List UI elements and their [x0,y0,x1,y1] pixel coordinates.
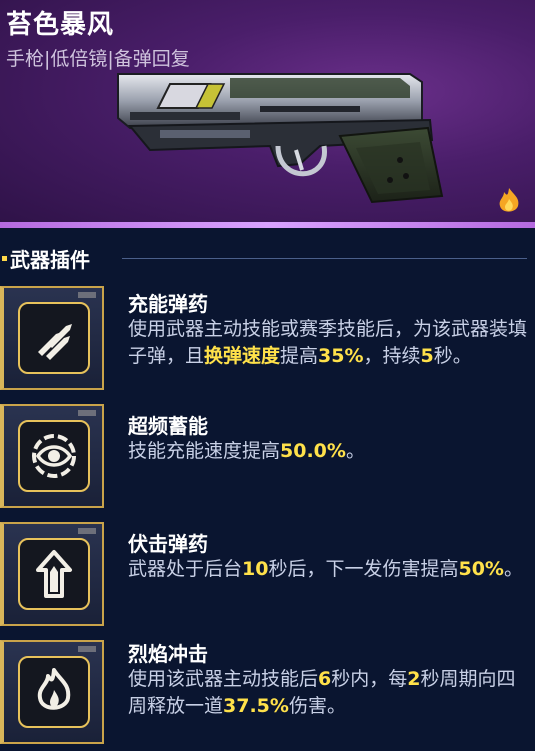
flame-icon [37,668,71,710]
plugin-description: 使用武器主动技能或赛季技能后，为该武器装填子弹，且换弹速度提高35%，持续5秒。 [128,316,528,370]
section-divider [122,258,527,259]
description-text: 使用该武器主动技能后 [128,668,319,690]
description-text: 秒。 [433,345,472,367]
description-text: 。 [503,558,523,580]
plugin-description: 武器处于后台10秒后，下一发伤害提高50%。 [128,556,528,583]
plugin-name: 烈焰冲击 [128,642,208,666]
highlight-value: 35% [318,345,364,367]
flame-icon [499,188,519,212]
weapon-header: 苔色暴风 手枪|低倍镜|备弹回复 [0,0,535,228]
highlight-value: 10 [242,558,269,580]
description-text: 提高 [280,345,319,367]
highlight-value: 50% [458,558,504,580]
description-text: 秒内，每 [331,668,408,690]
highlight-value: 50.0% [280,440,346,462]
section-header: 武器插件 [0,244,535,274]
description-text: 秒后，下一发伤害提高 [268,558,459,580]
highlight-value: 换弹速度 [204,345,281,367]
frame-tick [78,528,96,534]
highlight-value: 5 [420,345,434,367]
description-text: 武器处于后台 [128,558,243,580]
plugin-icon-frame[interactable] [0,404,104,508]
frame-tick [78,646,96,652]
highlight-value: 6 [318,668,332,690]
description-text: 伤害。 [288,695,346,717]
plugin-name: 充能弹药 [128,292,208,316]
description-text: 。 [345,440,365,462]
frame-tick [78,292,96,298]
frame-tick [78,410,96,416]
plugin-name: 伏击弹药 [128,532,208,556]
plugin-icon-frame[interactable] [0,286,104,390]
plugin-name: 超频蓄能 [128,414,208,438]
highlight-value: 37.5% [223,695,289,717]
highlight-value: 2 [407,668,421,690]
pistol-image [117,73,444,204]
section-title: 武器插件 [10,248,90,272]
weapon-name: 苔色暴风 [6,10,115,40]
plugin-description: 技能充能速度提高50.0%。 [128,438,528,465]
plugin-icon-frame[interactable] [0,522,104,626]
description-text: ，持续 [363,345,421,367]
section-marker [2,256,7,261]
eye-icon [32,434,76,478]
arrow-up-icon [36,550,72,598]
plugin-description: 使用该武器主动技能后6秒内，每2秒周期向四周释放一道37.5%伤害。 [128,666,528,720]
bullets-icon [38,324,72,360]
plugin-icon-frame[interactable] [0,640,104,744]
description-text: 技能充能速度提高 [128,440,281,462]
